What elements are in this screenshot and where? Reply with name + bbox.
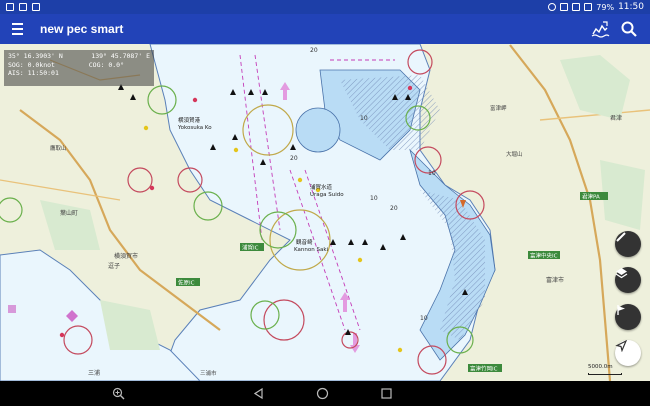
speed-over-ground: SOG: 0.0knot: [8, 60, 55, 69]
ruler-icon: [616, 232, 626, 242]
svg-text:富津中央IC: 富津中央IC: [530, 252, 558, 260]
clock: 11:50: [618, 2, 644, 12]
signal-icon: [572, 3, 581, 11]
scale-bar: 5000.0m: [588, 364, 628, 376]
svg-text:Kannon Saki: Kannon Saki: [294, 247, 328, 253]
svg-text:10: 10: [428, 170, 436, 177]
svg-text:観音崎: 観音崎: [296, 238, 313, 246]
basin: [295, 107, 341, 153]
svg-text:佐原IC: 佐原IC: [178, 279, 195, 287]
svg-text:富津市: 富津市: [546, 276, 564, 284]
app-bar: new pec smart: [0, 14, 650, 44]
ais-time: AIS: 11:50:01: [8, 69, 59, 77]
svg-text:横須賀港: 横須賀港: [178, 116, 201, 124]
svg-text:富津竹岡IC: 富津竹岡IC: [470, 365, 498, 373]
svg-text:鷹取山: 鷹取山: [50, 144, 67, 152]
svg-text:三浦: 三浦: [88, 369, 100, 377]
tide-icon[interactable]: [590, 19, 610, 39]
svg-text:三浦市: 三浦市: [200, 369, 217, 377]
svg-text:葉山町: 葉山町: [60, 209, 78, 217]
latitude: 35° 16.3903' N: [8, 52, 63, 60]
wifi-icon: [560, 3, 569, 11]
layers-button[interactable]: [615, 267, 641, 293]
navigate-button[interactable]: [615, 340, 641, 366]
system-nav-bar: [0, 381, 650, 406]
battery-percent: 79%: [596, 2, 615, 12]
search-icon[interactable]: [620, 20, 638, 38]
svg-text:浦賀水道: 浦賀水道: [310, 183, 333, 191]
svg-text:Yokosuka Ko: Yokosuka Ko: [177, 125, 212, 131]
ruler-button[interactable]: [615, 231, 641, 257]
svg-text:浦賀IC: 浦賀IC: [242, 244, 259, 252]
course-over-ground: COG: 0.0°: [88, 60, 124, 69]
app-title: new pec smart: [40, 22, 124, 36]
hamburger-menu-icon[interactable]: [0, 14, 34, 44]
longitude: 139° 45.7087' E: [91, 52, 150, 60]
chart-canvas: 20 20 20 10 10 10 10 横須賀港 Yokosuka Ko 浦賀…: [0, 44, 650, 381]
battery-icon: [584, 3, 593, 11]
status-bar: 79% 11:50: [0, 0, 650, 14]
svg-text:20: 20: [310, 47, 318, 54]
navigation-arrow-icon: [615, 340, 627, 352]
svg-text:君津: 君津: [610, 115, 622, 122]
svg-text:君津PA: 君津PA: [582, 194, 600, 201]
back-icon[interactable]: [252, 387, 265, 400]
svg-text:横須賀市: 横須賀市: [114, 252, 138, 260]
app-notification-icon: [32, 3, 40, 11]
position-info-box: 35° 16.3903' N 139° 45.7087' E SOG: 0.0k…: [4, 50, 154, 86]
svg-text:富津岬: 富津岬: [490, 104, 507, 112]
home-icon[interactable]: [316, 387, 329, 400]
zoom-icon[interactable]: [112, 387, 125, 400]
svg-text:10: 10: [370, 195, 378, 202]
svg-text:逗子: 逗子: [108, 262, 120, 270]
svg-text:10: 10: [360, 115, 368, 122]
notification-icon: [19, 3, 27, 11]
location-icon: [548, 3, 557, 11]
layers-icon: [615, 268, 628, 279]
flag-button[interactable]: [615, 304, 641, 330]
scale-label: 5000.0m: [588, 364, 613, 370]
svg-text:Uraga Suido: Uraga Suido: [310, 192, 344, 198]
mail-icon: [6, 3, 14, 11]
nautical-chart-map[interactable]: 20 20 20 10 10 10 10 横須賀港 Yokosuka Ko 浦賀…: [0, 44, 650, 381]
svg-text:20: 20: [290, 155, 298, 162]
svg-text:大堀山: 大堀山: [506, 150, 523, 158]
flag-icon: [617, 305, 625, 315]
svg-text:20: 20: [390, 205, 398, 212]
svg-text:10: 10: [420, 315, 428, 322]
recents-icon[interactable]: [380, 387, 393, 400]
